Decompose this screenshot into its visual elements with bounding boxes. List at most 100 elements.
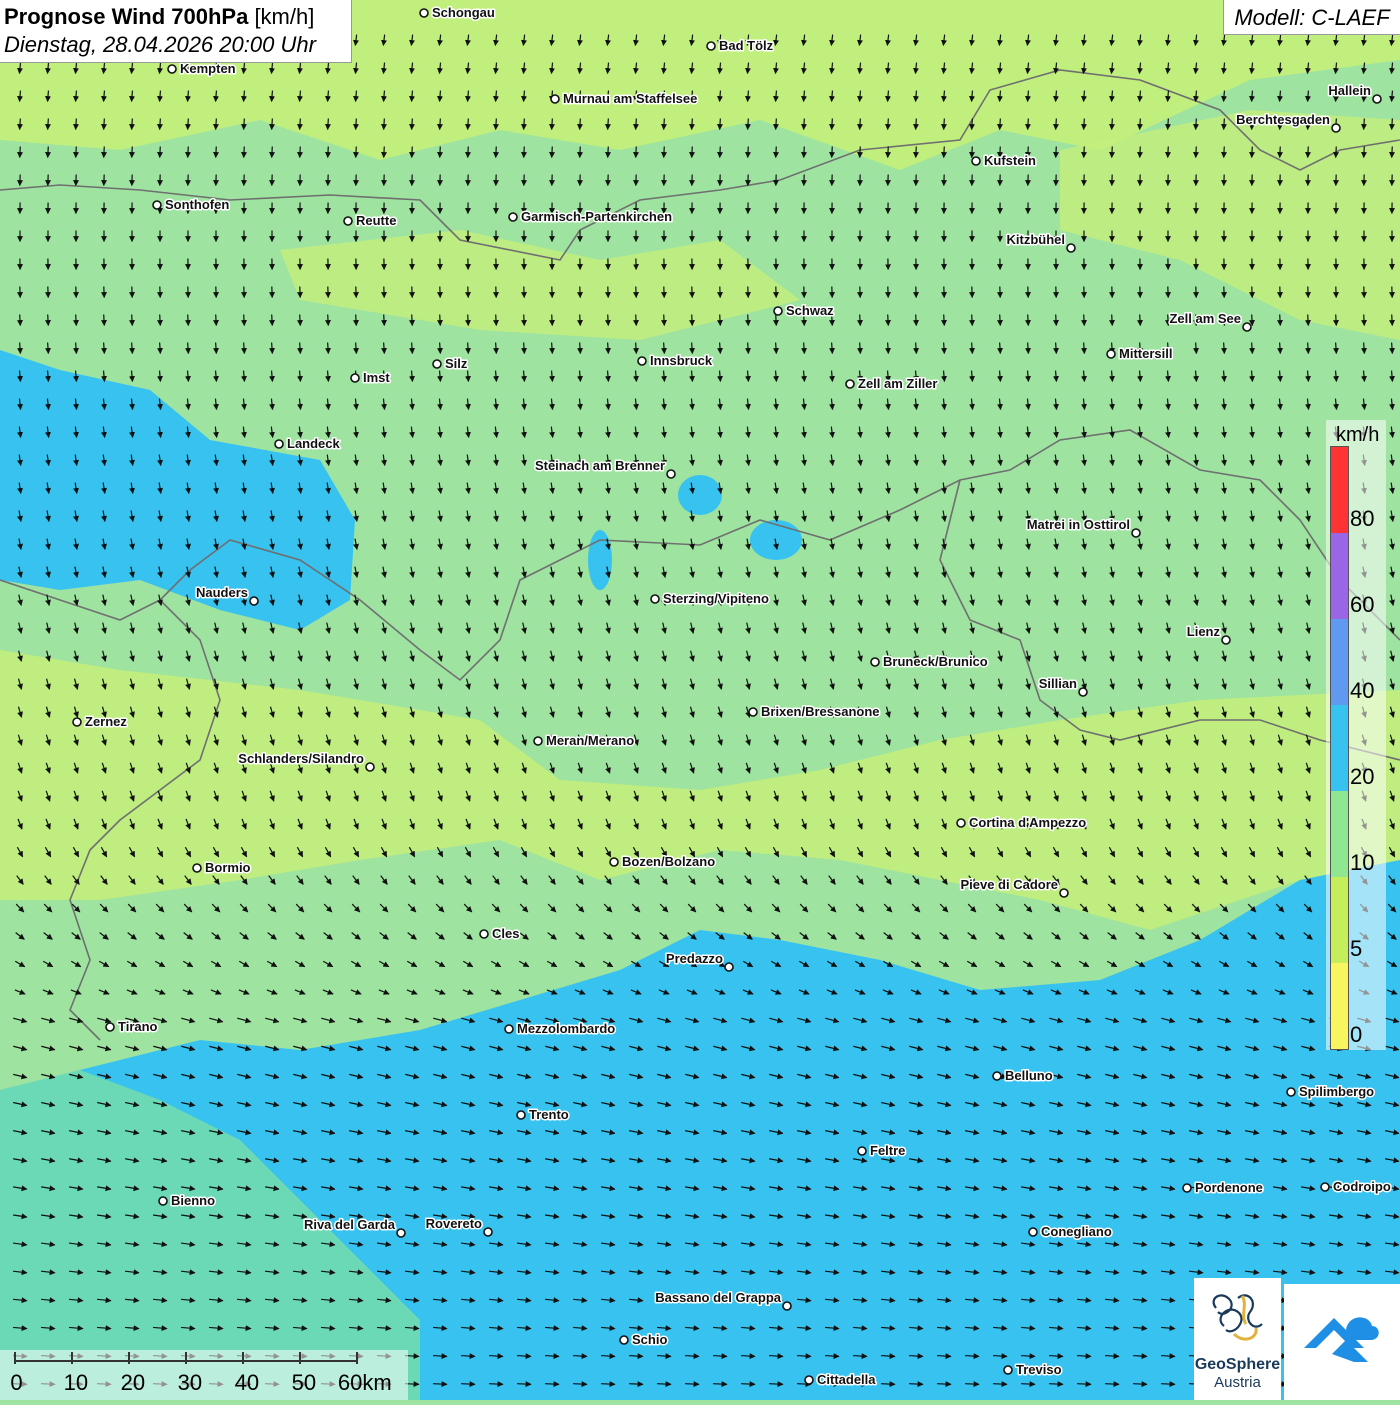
- wind-arrow: [440, 147, 441, 158]
- map-title: Prognose Wind 700hPa: [4, 4, 248, 29]
- wind-arrow: [832, 147, 833, 158]
- wind-arrow: [1000, 119, 1001, 130]
- wind-arrow: [972, 343, 973, 354]
- city-label: Bormio: [205, 860, 251, 875]
- wind-arrow: [1112, 315, 1113, 326]
- scale-label: 10: [64, 1370, 88, 1396]
- wind-arrow: [916, 119, 917, 130]
- wind-arrow: [832, 119, 833, 130]
- wind-arrow: [440, 315, 441, 326]
- city-label: Schlanders/Silandro: [238, 751, 364, 766]
- wind-arrow: [741, 1384, 755, 1385]
- legend-label: 20: [1350, 764, 1374, 790]
- wind-arrow: [664, 119, 665, 130]
- wind-arrow: [384, 119, 385, 130]
- city-marker: Mezzolombardo: [505, 1021, 615, 1036]
- wind-arrow: [468, 343, 469, 354]
- wind-arrow: [132, 147, 133, 158]
- wind-arrow: [1392, 315, 1393, 326]
- wind-arrow: [384, 315, 385, 326]
- wind-arrow: [1056, 315, 1057, 326]
- wind-arrow: [76, 147, 77, 158]
- wind-arrow: [1133, 1384, 1147, 1385]
- city-dot: [1004, 1366, 1012, 1374]
- wind-arrow: [1140, 119, 1141, 130]
- city-marker: Murnau am Staffelsee: [551, 91, 697, 106]
- wind-arrow: [1168, 119, 1169, 130]
- wind-arrow: [1077, 1384, 1091, 1385]
- wind-arrow: [860, 343, 861, 354]
- wind-arrow: [832, 343, 833, 354]
- city-label: Nauders: [196, 585, 248, 600]
- wind-arrow: [1028, 343, 1029, 354]
- wind-arrow: [573, 1384, 587, 1385]
- wind-arrow: [48, 147, 49, 158]
- city-dot: [610, 858, 618, 866]
- wind-arrow: [384, 147, 385, 158]
- city-label: Landeck: [287, 436, 341, 451]
- city-dot: [667, 470, 675, 478]
- wind-arrow: [580, 315, 581, 326]
- wind-arrow: [1336, 315, 1337, 326]
- wind-arrow: [104, 119, 105, 130]
- wind-arrow: [356, 343, 357, 354]
- legend-label: 5: [1350, 936, 1362, 962]
- city-dot: [1332, 124, 1340, 132]
- wind-arrow: [636, 343, 637, 354]
- city-label: Riva del Garda: [304, 1217, 396, 1232]
- city-label: Schongau: [432, 5, 495, 20]
- city-label: Cittadella: [817, 1372, 876, 1387]
- mountain-arrow-icon: [1284, 1284, 1400, 1400]
- wind-arrow: [48, 343, 49, 354]
- city-dot: [397, 1229, 405, 1237]
- city-label: Bad Tölz: [719, 38, 774, 53]
- map-title-box: Prognose Wind 700hPa [km/h] Dienstag, 28…: [0, 0, 352, 63]
- city-label: Bruneck/Brunico: [883, 654, 988, 669]
- city-label: Mittersill: [1119, 346, 1172, 361]
- wind-arrow: [1336, 343, 1337, 354]
- logo-subtitle: Austria: [1194, 1374, 1281, 1391]
- wind-arrow: [272, 343, 273, 354]
- blue-patch-brenner: [678, 475, 722, 515]
- wind-arrow: [1105, 1384, 1119, 1385]
- wind-arrow: [720, 343, 721, 354]
- city-dot: [1067, 244, 1075, 252]
- city-label: Pordenone: [1195, 1180, 1263, 1195]
- wind-arrow: [1224, 343, 1225, 354]
- wind-arrow: [636, 147, 637, 158]
- wind-arrow: [1280, 147, 1281, 158]
- city-marker: Spilimbergo: [1287, 1084, 1374, 1099]
- wind-arrow: [1084, 343, 1085, 354]
- wind-arrow: [496, 147, 497, 158]
- wind-arrow: [1308, 147, 1309, 158]
- wind-arrow: [769, 1384, 783, 1385]
- city-dot: [73, 718, 81, 726]
- wind-arrow: [1364, 147, 1365, 158]
- wind-arrow: [664, 147, 665, 158]
- city-dot: [1132, 529, 1140, 537]
- city-label: Brixen/Bressanone: [761, 704, 880, 719]
- city-dot: [638, 357, 646, 365]
- wind-arrow: [160, 119, 161, 130]
- wind-arrow: [629, 1384, 643, 1385]
- city-label: Cortina d'Ampezzo: [969, 815, 1086, 830]
- city-dot: [193, 864, 201, 872]
- wind-arrow: [1196, 119, 1197, 130]
- city-label: Zernez: [85, 714, 127, 729]
- legend-color-segment: [1331, 877, 1348, 963]
- wind-arrow: [860, 315, 861, 326]
- wind-arrow: [881, 1384, 895, 1385]
- wind-arrow: [440, 119, 441, 130]
- city-label: Lienz: [1187, 624, 1221, 639]
- wind-arrow: [944, 119, 945, 130]
- wind-arrow: [776, 315, 777, 326]
- wind-arrow: [1308, 315, 1309, 326]
- legend-label: 60: [1350, 592, 1374, 618]
- wind-arrow: [412, 315, 413, 326]
- wind-arrow: [916, 315, 917, 326]
- wind-arrow: [1308, 343, 1309, 354]
- city-label: Zell am See: [1169, 311, 1241, 326]
- wind-arrow: [944, 343, 945, 354]
- wind-arrow: [160, 147, 161, 158]
- wind-arrow: [1280, 315, 1281, 326]
